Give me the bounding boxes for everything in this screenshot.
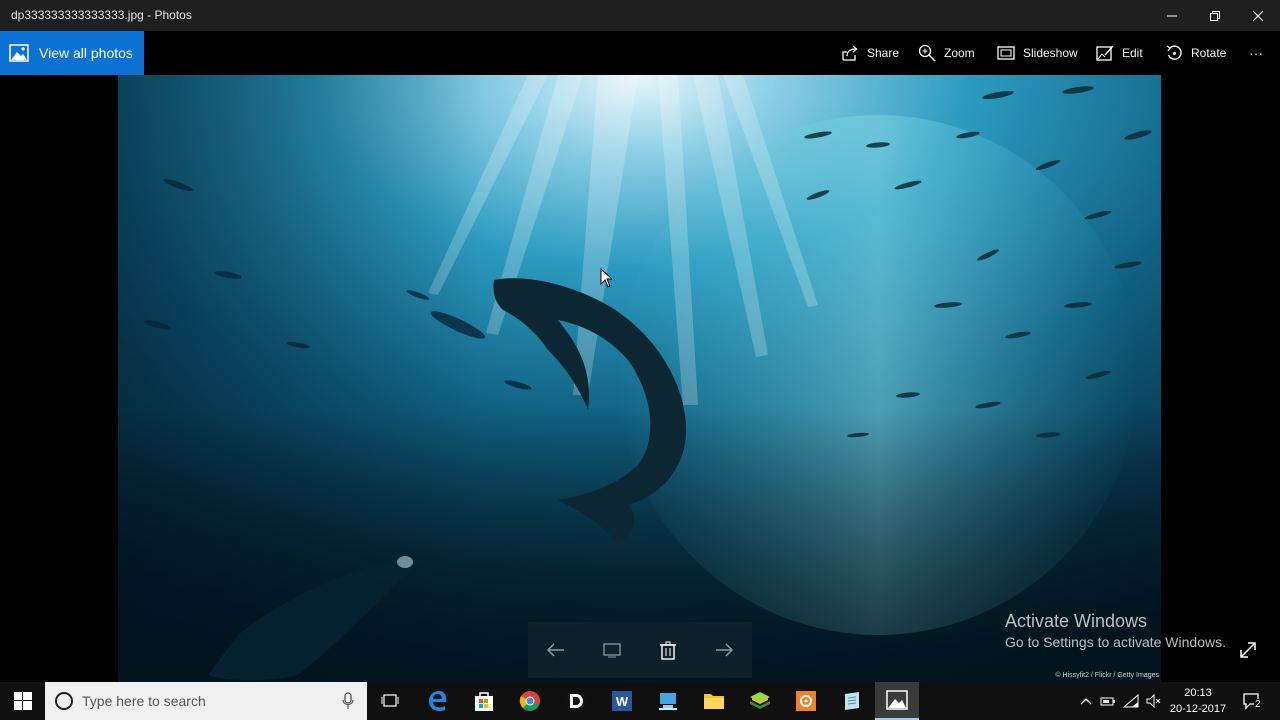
taskbar-orange-app[interactable] [783, 682, 829, 720]
slideshow-control-icon [603, 643, 621, 658]
network-tray-button[interactable] [1119, 682, 1143, 720]
rotate-button[interactable]: Rotate [1165, 31, 1226, 75]
previous-photo-button[interactable] [538, 636, 574, 664]
delete-button[interactable] [650, 636, 686, 664]
more-options-label: ··· [1249, 45, 1263, 61]
share-icon [842, 45, 858, 61]
start-button[interactable] [0, 682, 45, 720]
window-title: dp333333333333333.jpg - Photos [11, 8, 192, 22]
restore-button[interactable] [1193, 0, 1237, 31]
restore-icon [1210, 10, 1220, 21]
title-bar: dp333333333333333.jpg - Photos [0, 0, 1280, 31]
activate-windows-title: Activate Windows [1005, 611, 1148, 631]
store-icon [475, 692, 493, 711]
orange-app-icon [796, 691, 816, 711]
rotate-icon [1166, 45, 1182, 60]
activate-windows-subtitle: Go to Settings to activate Windows. [1005, 634, 1226, 650]
taskbar-file-explorer[interactable] [691, 682, 737, 720]
view-all-photos-button[interactable]: View all photos [0, 31, 144, 75]
layers-app-icon [750, 692, 770, 709]
svg-text:W: W [616, 694, 629, 709]
zoom-label: Zoom [944, 46, 975, 60]
chrome-icon [519, 691, 540, 711]
mouse-cursor-icon [600, 268, 612, 288]
search-placeholder: Type here to search [82, 693, 206, 709]
share-button[interactable]: Share [841, 31, 899, 75]
minimize-icon [1167, 15, 1177, 16]
word-icon: W [612, 691, 632, 711]
battery-tray-button[interactable] [1097, 682, 1119, 720]
dolphin-photo [118, 75, 1161, 682]
battery-icon [1100, 697, 1115, 706]
rotate-label: Rotate [1191, 46, 1227, 60]
next-photo-button[interactable] [706, 636, 742, 664]
taskbar-settings-app[interactable] [645, 682, 691, 720]
taskbar-edge[interactable] [415, 682, 461, 720]
minimize-button[interactable] [1150, 0, 1194, 31]
notepad-icon [845, 692, 859, 710]
close-icon [1252, 10, 1264, 21]
fullscreen-icon[interactable] [1236, 638, 1260, 662]
zoom-icon [918, 44, 936, 62]
clock[interactable]: 20:13 20-12-2017 [1166, 685, 1230, 717]
slideshow-icon [997, 46, 1015, 60]
folder-icon [704, 694, 724, 709]
taskbar-photos[interactable] [875, 682, 919, 720]
microphone-icon [342, 692, 354, 709]
share-label: Share [867, 46, 900, 60]
wifi-icon [1123, 694, 1139, 708]
chevron-up-icon [1080, 698, 1092, 705]
edit-icon [1096, 45, 1114, 61]
volume-tray-button[interactable] [1143, 682, 1165, 720]
taskbar: Type here to search W 20:13 20-12-2017 2 [0, 682, 1280, 720]
taskbar-notepad[interactable] [829, 682, 875, 720]
slideshow-label: Slideshow [1023, 46, 1078, 60]
taskbar-bluestacks[interactable] [737, 682, 783, 720]
edit-button[interactable]: Edit [1096, 31, 1143, 75]
slideshow-control-button[interactable] [594, 636, 630, 664]
photo-credit: © Hissyfit2 / Flickr / Getty Images [1055, 672, 1159, 679]
photos-app-icon [886, 690, 908, 710]
notification-count-badge: 2 [1254, 699, 1262, 710]
d-app-icon [566, 691, 586, 711]
activate-windows-watermark: Activate Windows Go to Settings to activ… [1005, 611, 1226, 650]
taskbar-dashlane[interactable] [553, 682, 599, 720]
slideshow-button[interactable]: Slideshow [997, 31, 1078, 75]
edit-label: Edit [1122, 46, 1143, 60]
action-center-button[interactable]: 2 [1234, 682, 1270, 720]
command-bar: View all photos Share Zoom Slideshow Edi… [0, 31, 1280, 75]
volume-muted-icon [1146, 694, 1161, 708]
photos-icon [9, 44, 29, 62]
trash-icon [660, 641, 676, 660]
task-view-icon [381, 694, 399, 707]
more-options-button[interactable]: ··· [1249, 31, 1263, 75]
task-view-button[interactable] [370, 682, 410, 720]
clock-time: 20:13 [1184, 687, 1212, 699]
taskbar-word[interactable]: W [599, 682, 645, 720]
arrow-left-icon [546, 643, 564, 657]
taskbar-store[interactable] [461, 682, 507, 720]
show-hidden-icons-button[interactable] [1075, 682, 1097, 720]
view-all-photos-label: View all photos [39, 45, 133, 61]
photo-navigation-bar [528, 622, 752, 678]
arrow-right-icon [716, 643, 734, 657]
clock-date: 20-12-2017 [1169, 703, 1227, 715]
zoom-button[interactable]: Zoom [918, 31, 975, 75]
windows-logo-icon [13, 692, 32, 710]
cortana-icon [55, 692, 73, 710]
edge-icon [429, 691, 447, 711]
photo-viewer[interactable]: © Hissyfit2 / Flickr / Getty Images [118, 75, 1161, 682]
close-button[interactable] [1236, 0, 1280, 31]
taskbar-chrome[interactable] [507, 682, 553, 720]
device-icon [659, 693, 677, 710]
taskbar-search-box[interactable]: Type here to search [45, 682, 367, 720]
